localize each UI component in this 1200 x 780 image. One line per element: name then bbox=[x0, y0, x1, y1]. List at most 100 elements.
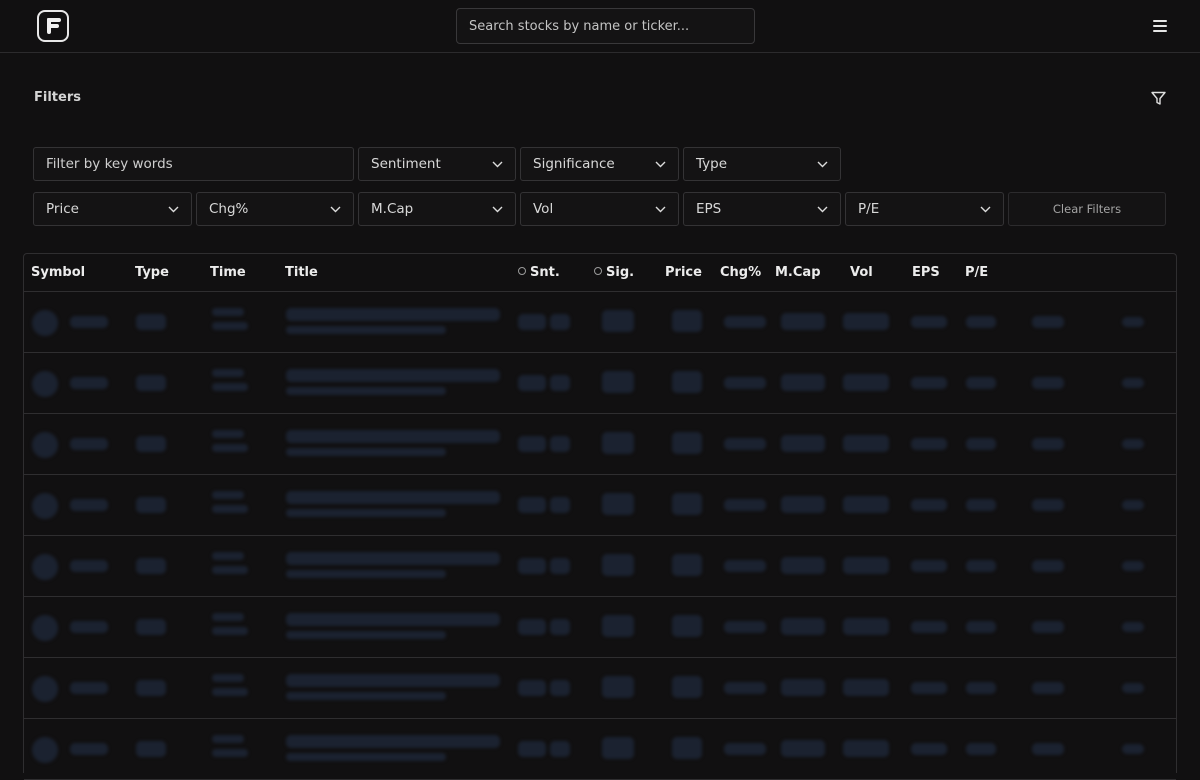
loading-skeleton bbox=[602, 493, 634, 515]
loading-skeleton bbox=[286, 613, 500, 626]
table-row[interactable] bbox=[24, 414, 1176, 475]
loading-skeleton bbox=[136, 680, 166, 696]
loading-skeleton bbox=[550, 497, 570, 513]
loading-skeleton bbox=[724, 316, 766, 328]
loading-skeleton bbox=[286, 326, 446, 334]
loading-skeleton bbox=[518, 619, 546, 635]
loading-skeleton bbox=[724, 682, 766, 694]
column-header-chg-percent[interactable]: Chg% bbox=[720, 265, 761, 280]
loading-skeleton bbox=[286, 570, 446, 578]
loading-skeleton bbox=[1122, 561, 1144, 571]
loading-skeleton bbox=[32, 554, 58, 580]
loading-skeleton bbox=[724, 621, 766, 633]
loading-skeleton bbox=[602, 432, 634, 454]
column-header-price[interactable]: Price bbox=[665, 265, 702, 280]
loading-skeleton bbox=[843, 557, 889, 574]
loading-skeleton bbox=[1032, 499, 1064, 511]
table-row[interactable] bbox=[24, 475, 1176, 536]
loading-skeleton bbox=[550, 436, 570, 452]
column-header-symbol[interactable]: Symbol bbox=[31, 265, 85, 280]
chevron-down-icon bbox=[817, 206, 828, 212]
funnel-icon[interactable] bbox=[1150, 90, 1167, 107]
loading-skeleton bbox=[1122, 500, 1144, 510]
table-row[interactable] bbox=[24, 658, 1176, 719]
loading-skeleton bbox=[911, 377, 947, 389]
significance-dropdown[interactable]: Significance bbox=[520, 147, 679, 181]
price-dropdown[interactable]: Price bbox=[33, 192, 192, 226]
clear-filters-button[interactable]: Clear Filters bbox=[1008, 192, 1166, 226]
loading-skeleton bbox=[911, 682, 947, 694]
loading-skeleton bbox=[1122, 744, 1144, 754]
loading-skeleton bbox=[966, 438, 996, 450]
loading-skeleton bbox=[672, 493, 702, 515]
column-header-eps[interactable]: EPS bbox=[912, 265, 940, 280]
loading-skeleton bbox=[518, 375, 546, 391]
loading-skeleton bbox=[911, 621, 947, 633]
table-row[interactable] bbox=[24, 353, 1176, 414]
loading-skeleton bbox=[550, 314, 570, 330]
f-logo-icon[interactable] bbox=[37, 10, 69, 42]
loading-skeleton bbox=[136, 619, 166, 635]
hamburger-menu-icon[interactable] bbox=[1153, 20, 1167, 32]
loading-skeleton bbox=[1032, 743, 1064, 755]
column-header-market-cap[interactable]: M.Cap bbox=[775, 265, 821, 280]
type-dropdown[interactable]: Type bbox=[683, 147, 841, 181]
column-header-volume[interactable]: Vol bbox=[850, 265, 873, 280]
loading-skeleton bbox=[1122, 317, 1144, 327]
loading-skeleton bbox=[32, 615, 58, 641]
chevron-down-icon bbox=[655, 206, 666, 212]
pe-ratio-dropdown[interactable]: P/E bbox=[845, 192, 1004, 226]
column-header-title[interactable]: Title bbox=[285, 265, 318, 280]
market-cap-dropdown[interactable]: M.Cap bbox=[358, 192, 516, 226]
chevron-down-icon bbox=[980, 206, 991, 212]
loading-skeleton bbox=[781, 374, 825, 391]
chevron-down-icon bbox=[168, 206, 179, 212]
loading-skeleton bbox=[724, 743, 766, 755]
search-input[interactable] bbox=[456, 8, 755, 44]
loading-skeleton bbox=[70, 316, 108, 328]
chg-percent-dropdown[interactable]: Chg% bbox=[196, 192, 354, 226]
column-header-time[interactable]: Time bbox=[210, 265, 246, 280]
loading-skeleton bbox=[286, 631, 446, 639]
loading-skeleton bbox=[212, 688, 248, 696]
loading-skeleton bbox=[911, 743, 947, 755]
loading-skeleton bbox=[966, 621, 996, 633]
eps-dropdown[interactable]: EPS bbox=[683, 192, 841, 226]
loading-skeleton bbox=[212, 369, 244, 377]
column-header-type[interactable]: Type bbox=[135, 265, 169, 280]
loading-skeleton bbox=[286, 369, 500, 382]
sentiment-dropdown[interactable]: Sentiment bbox=[358, 147, 516, 181]
chevron-down-icon bbox=[655, 161, 666, 167]
loading-skeleton bbox=[70, 377, 108, 389]
loading-skeleton bbox=[136, 558, 166, 574]
loading-skeleton bbox=[911, 560, 947, 572]
column-header-significance[interactable]: Sig. bbox=[594, 265, 634, 280]
top-bar bbox=[0, 0, 1200, 53]
loading-skeleton bbox=[843, 374, 889, 391]
table-row[interactable] bbox=[24, 536, 1176, 597]
loading-skeleton bbox=[843, 435, 889, 452]
loading-skeleton bbox=[518, 741, 546, 757]
table-row[interactable] bbox=[24, 597, 1176, 658]
loading-skeleton bbox=[672, 554, 702, 576]
loading-skeleton bbox=[518, 314, 546, 330]
loading-skeleton bbox=[550, 680, 570, 696]
loading-skeleton bbox=[602, 554, 634, 576]
loading-skeleton bbox=[1032, 621, 1064, 633]
loading-skeleton bbox=[1122, 378, 1144, 388]
loading-skeleton bbox=[672, 371, 702, 393]
volume-dropdown[interactable]: Vol bbox=[520, 192, 679, 226]
table-row[interactable] bbox=[24, 292, 1176, 353]
loading-skeleton bbox=[1032, 377, 1064, 389]
loading-skeleton bbox=[781, 496, 825, 513]
column-header-sentiment[interactable]: Snt. bbox=[518, 265, 560, 280]
loading-skeleton bbox=[966, 499, 996, 511]
loading-skeleton bbox=[966, 682, 996, 694]
loading-skeleton bbox=[1032, 316, 1064, 328]
loading-skeleton bbox=[286, 692, 446, 700]
loading-skeleton bbox=[911, 316, 947, 328]
loading-skeleton bbox=[32, 493, 58, 519]
loading-skeleton bbox=[781, 435, 825, 452]
column-header-pe-ratio[interactable]: P/E bbox=[965, 265, 988, 280]
keyword-filter-input[interactable]: Filter by key words bbox=[33, 147, 354, 181]
